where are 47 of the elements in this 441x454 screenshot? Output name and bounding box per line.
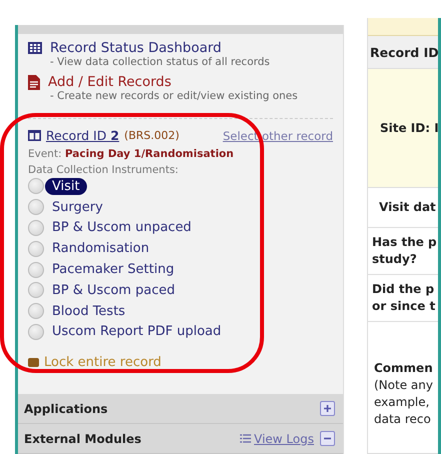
document-icon [28, 74, 40, 90]
view-logs-link[interactable]: View Logs [240, 432, 314, 446]
instruments-label: Data Collection Instruments: [28, 164, 180, 176]
collapse-icon[interactable] [320, 431, 335, 446]
instrument-link[interactable]: Uscom Report PDF upload [45, 323, 228, 340]
instrument-link[interactable]: Randomisation [45, 240, 156, 258]
list-icon [240, 434, 252, 443]
field-label: Visit dat [379, 199, 437, 216]
record-id-link[interactable]: Record ID 2 [46, 128, 120, 143]
expand-icon[interactable] [320, 401, 335, 416]
columns-icon [28, 130, 41, 141]
instrument-link[interactable]: Visit [45, 178, 87, 195]
status-icon [28, 240, 44, 257]
menu-description: - View data collection status of all records [50, 56, 271, 68]
menu-link[interactable]: Add / Edit Records [48, 74, 172, 90]
status-icon [28, 178, 44, 194]
instrument-link[interactable]: BP & Uscom paced [45, 282, 182, 299]
status-icon [28, 199, 44, 216]
section-title: Applications [24, 402, 108, 416]
field-label: example, [374, 394, 430, 411]
field-label: Record ID [370, 44, 438, 60]
event-header-strip [368, 18, 438, 36]
table-icon [28, 42, 42, 54]
menu-description: - Create new records or edit/view existing ones [50, 90, 299, 102]
event-label: Event: Pacing Day 1/Randomisation [28, 148, 235, 160]
field-label: (Note any [374, 377, 434, 394]
status-icon [28, 220, 44, 236]
status-icon [28, 262, 44, 278]
field-label: or since t [372, 298, 436, 315]
instrument-link[interactable]: Pacemaker Setting [45, 261, 182, 278]
field-label: Commen [374, 360, 434, 377]
select-record-link[interactable]: Select other record [222, 128, 333, 142]
field-label: data reco [374, 411, 432, 428]
lock-icon [28, 358, 39, 367]
field-label: Did the p [372, 281, 436, 298]
status-icon [28, 303, 44, 320]
status-icon [28, 282, 44, 298]
instrument-link[interactable]: Blood Tests [45, 302, 132, 320]
field-label: Has the p [372, 234, 438, 251]
field-label: study? [372, 251, 418, 268]
instrument-link[interactable]: BP & Uscom unpaced [45, 219, 198, 236]
menu-link[interactable]: Record Status Dashboard [50, 40, 222, 56]
field-label: Site ID: I [380, 120, 438, 136]
instrument-link[interactable]: Surgery [45, 198, 110, 216]
section-title: External Modules [24, 432, 142, 446]
record-secondary-id: (BRS.002) [124, 129, 180, 142]
status-icon [28, 324, 44, 340]
